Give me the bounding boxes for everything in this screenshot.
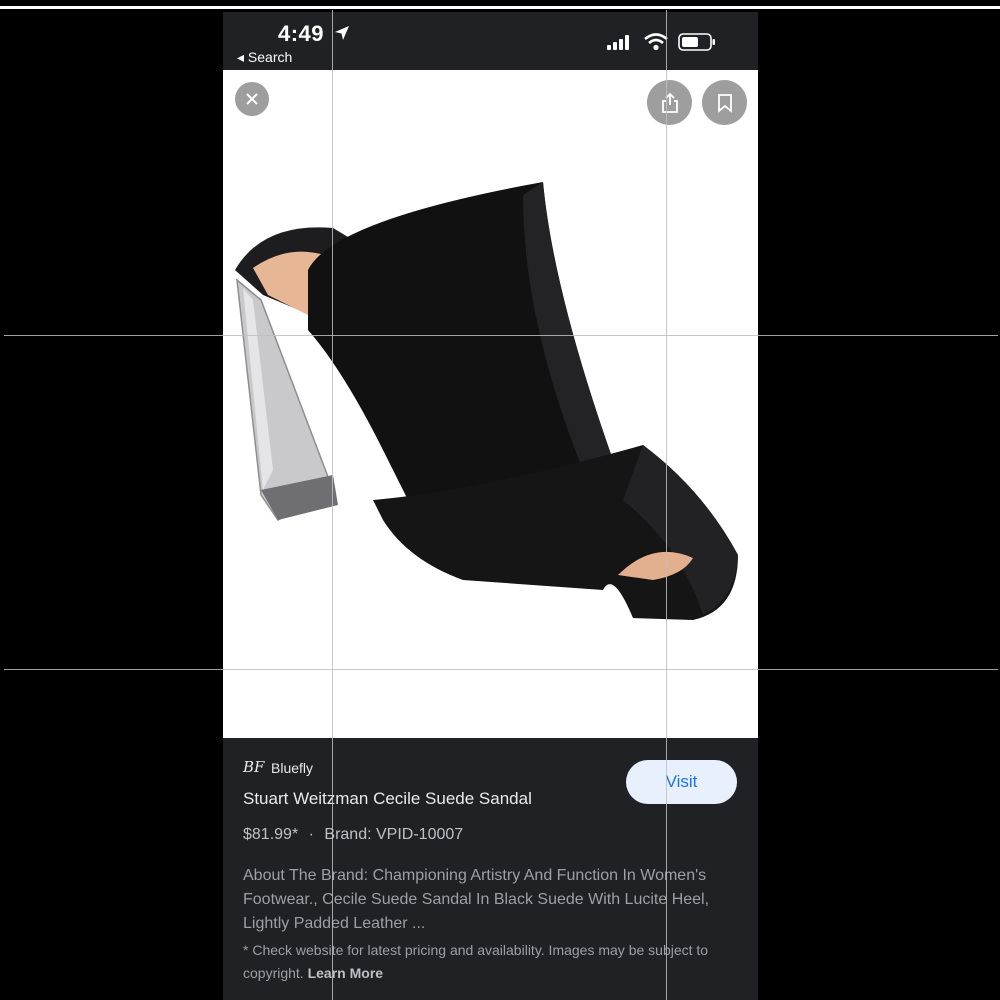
phone-screen: 4:49 ◂ Search BF Bluefly Stuart Weitzman… bbox=[223, 12, 758, 1000]
battery-icon bbox=[678, 33, 715, 51]
close-button[interactable] bbox=[235, 82, 269, 116]
close-icon bbox=[246, 93, 258, 105]
product-image-area bbox=[223, 70, 758, 738]
product-description: About The Brand: Championing Artistry An… bbox=[243, 867, 710, 932]
status-time: 4:49 bbox=[278, 21, 325, 46]
product-price: $81.99* bbox=[243, 826, 299, 843]
product-title[interactable]: Stuart Weitzman Cecile Suede Sandal bbox=[243, 789, 532, 809]
top-border bbox=[0, 6, 1000, 9]
bookmark-button[interactable] bbox=[702, 80, 747, 125]
share-button[interactable] bbox=[647, 80, 692, 125]
product-info-panel: BF Bluefly Stuart Weitzman Cecile Suede … bbox=[223, 738, 758, 1000]
grid-line-horizontal-1 bbox=[4, 335, 998, 336]
grid-line-vertical-2 bbox=[666, 10, 667, 1000]
grid-line-horizontal-2 bbox=[4, 669, 998, 670]
visit-button[interactable]: Visit bbox=[626, 760, 737, 804]
separator-dot: · bbox=[308, 826, 314, 843]
status-bar: 4:49 ◂ Search bbox=[223, 12, 758, 70]
source-logo: BF bbox=[243, 758, 265, 776]
product-image bbox=[235, 182, 738, 620]
price-brand-line: $81.99* · Brand: VPID-10007 bbox=[243, 826, 463, 844]
back-to-search-link[interactable]: ◂ Search bbox=[237, 49, 292, 66]
product-brand: Brand: VPID-10007 bbox=[324, 826, 464, 843]
cellular-signal-icon bbox=[607, 35, 629, 50]
learn-more-link[interactable]: Learn More bbox=[308, 965, 383, 981]
source-name[interactable]: Bluefly bbox=[271, 760, 313, 776]
grid-line-vertical-1 bbox=[332, 10, 333, 1000]
pricing-disclaimer: * Check website for latest pricing and a… bbox=[243, 939, 723, 985]
wifi-icon bbox=[644, 33, 668, 51]
bookmark-icon bbox=[717, 93, 732, 113]
share-icon bbox=[661, 92, 678, 113]
location-arrow-icon bbox=[335, 26, 349, 40]
